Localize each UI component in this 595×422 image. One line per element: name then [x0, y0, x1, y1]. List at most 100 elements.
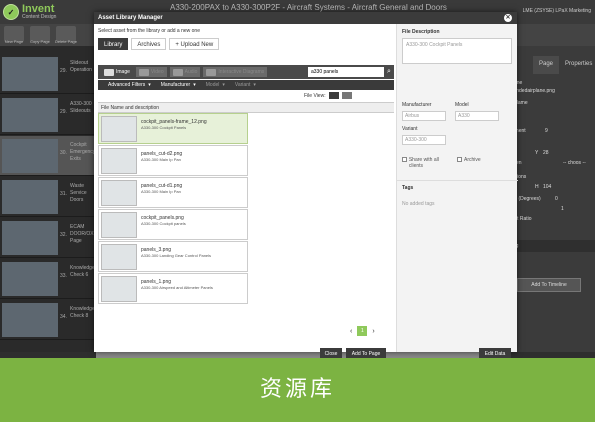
page-row[interactable]: 32. ECAM DOOR/OXY Page — [0, 218, 97, 258]
variant-filter-label: Variant — [234, 82, 251, 88]
user-label: LME (ZSYSE) LPaX Marketing — [522, 8, 591, 14]
share-checkbox[interactable]: Share with all clients — [402, 157, 452, 169]
model-field[interactable]: A330 — [455, 111, 499, 121]
rotation-value[interactable]: 0 — [555, 196, 558, 202]
model-dropdown[interactable]: Model ▾ — [206, 82, 225, 88]
pagination: ‹ 1 › — [350, 326, 375, 336]
diagram-icon — [206, 68, 217, 76]
page-name: Cockpit Emergency Exits — [70, 142, 96, 162]
grid-view-icon[interactable] — [328, 92, 339, 99]
dialog-title: Asset Library Manager — [98, 15, 163, 21]
tab-properties[interactable]: Properties — [559, 56, 595, 74]
chevron-down-icon: ▾ — [148, 82, 151, 88]
chevron-down-icon: ▾ — [253, 82, 256, 88]
file-view-toggle: File View: — [304, 92, 352, 99]
asset-thumbnail — [101, 180, 137, 206]
asset-description: A330-300 Cockpit Panels — [141, 125, 187, 130]
page-name: Waste Service Doors — [70, 183, 87, 203]
list-view-icon[interactable] — [341, 92, 352, 99]
type-video-label: Video — [150, 69, 164, 75]
asset-browser: Select asset from the library or add a n… — [94, 24, 394, 360]
tab-archives[interactable]: Archives — [131, 38, 167, 50]
asset-thumbnail — [101, 116, 137, 142]
page-row[interactable]: 29. A330-300 Slideouts — [0, 95, 96, 135]
properties-panel: Page Properties Name brandedairplane.png… — [505, 46, 595, 352]
variant-field[interactable]: A330-300 — [402, 135, 446, 145]
logo-subtitle: Content Design — [22, 14, 57, 20]
archive-checkbox[interactable]: Archive — [457, 157, 481, 163]
page-row[interactable]: 34. Knowledge Check 8 — [0, 300, 96, 340]
timing-section[interactable]: ping — [505, 240, 595, 252]
type-image-label: Image — [116, 69, 130, 75]
dialog-titlebar: Asset Library Manager ✕ — [94, 12, 517, 24]
page-list-panel: 29. Slideout Operation 29. A330-300 Slid… — [0, 46, 97, 352]
asset-item[interactable]: panels_cut-d2.png A330-300 Main Ip Pan — [98, 145, 248, 176]
height-value[interactable]: 104 — [543, 184, 551, 190]
file-description-label: File Description — [402, 29, 440, 35]
prev-page-icon[interactable]: ‹ — [350, 328, 352, 335]
upload-new-button[interactable]: + Upload New — [169, 38, 220, 50]
variant-dropdown[interactable]: Variant ▾ — [235, 82, 256, 88]
model-filter-label: Model — [205, 82, 220, 88]
app-logo: ✓ Invent Content Design — [3, 3, 91, 21]
asset-item[interactable]: cockpit_panels.png A330-300 Cockpit pane… — [98, 209, 248, 240]
page-thumbnail — [2, 262, 58, 296]
next-page-icon[interactable]: › — [372, 328, 374, 335]
file-list-header: File Name and description — [98, 102, 394, 113]
page-number: 29. — [60, 109, 67, 115]
asset-item[interactable]: panels_3.png A330-300 Landing Gear Contr… — [98, 241, 248, 272]
page-number: 31. — [60, 191, 67, 197]
asset-thumbnail — [101, 244, 137, 270]
page-number: 30. — [60, 150, 67, 156]
alignment-value[interactable]: 9 — [545, 128, 548, 134]
file-description-field[interactable]: A330-300 Cockpit Panels — [402, 38, 512, 64]
page-row[interactable]: 33. Knowledge Check 6 — [0, 259, 96, 299]
page-row-active[interactable]: 30. Cockpit Emergency Exits — [0, 136, 96, 176]
tab-page[interactable]: Page — [533, 56, 560, 74]
y-label: Y — [535, 150, 539, 156]
asset-item[interactable]: cockpit_panels-frame_12.png A330-300 Coc… — [98, 113, 248, 144]
divider — [397, 180, 518, 181]
search-icon[interactable]: ⌕ — [384, 65, 394, 79]
add-to-timeline-button[interactable]: Add To Timeline — [517, 278, 581, 292]
new-page-label: New Page — [4, 39, 24, 44]
manufacturer-dropdown[interactable]: Manufacturer ▾ — [161, 82, 196, 88]
page-name: Slideout Operation — [70, 60, 92, 73]
manufacturer-field[interactable]: Airbus — [402, 111, 446, 121]
search-input[interactable]: a330 panels — [308, 67, 384, 77]
asset-item[interactable]: panels_1.png A330-300 Airspeed and Altim… — [98, 273, 248, 304]
asset-description: A330-300 Main Ip Pan — [141, 189, 181, 194]
asset-thumbnail — [101, 212, 137, 238]
page-name: Knowledge Check 8 — [70, 306, 95, 319]
copy-page-label: Copy Page — [30, 39, 50, 44]
page-thumbnail — [2, 180, 58, 214]
type-interactive-button[interactable]: Interactive Diagrams — [203, 67, 268, 77]
page-number: 34. — [60, 314, 67, 320]
tags-label: Tags — [402, 185, 414, 191]
asset-description: A330-300 Main Ip Pan — [141, 157, 181, 162]
close-icon[interactable]: ✕ — [504, 14, 512, 22]
y-value[interactable]: 28 — [543, 150, 549, 156]
page-number: 33. — [60, 273, 67, 279]
opacity-value[interactable]: 1 — [561, 206, 564, 212]
checkbox-icon — [402, 157, 407, 162]
variant-label: Variant — [402, 126, 418, 132]
asset-type-bar: Image Video Audio Interactive Diagrams a… — [98, 65, 394, 79]
asset-item[interactable]: panels_cut-d1.png A330-300 Main Ip Pan — [98, 177, 248, 208]
page-thumbnail — [2, 57, 58, 91]
asset-description: A330-300 Landing Gear Control Panels — [141, 253, 212, 258]
manufacturer-filter-label: Manufacturer — [160, 82, 191, 88]
filter-bar: Advanced Filters ▾ Manufacturer ▾ Model … — [98, 80, 394, 90]
screen-select[interactable]: -- choos -- — [563, 160, 586, 166]
tab-library[interactable]: Library — [98, 38, 129, 50]
current-page-button[interactable]: 1 — [357, 326, 368, 336]
video-icon — [138, 68, 149, 76]
page-row[interactable]: 31. Waste Service Doors — [0, 177, 96, 217]
advanced-filters-dropdown[interactable]: Advanced Filters ▾ — [108, 82, 151, 88]
type-image-button[interactable]: Image — [101, 67, 133, 77]
page-row[interactable]: 29. Slideout Operation — [0, 54, 96, 94]
type-video-button[interactable]: Video — [135, 67, 167, 77]
type-audio-button[interactable]: Audio — [169, 67, 201, 77]
logo-icon: ✓ — [3, 4, 19, 20]
page-number: 32. — [60, 232, 67, 238]
